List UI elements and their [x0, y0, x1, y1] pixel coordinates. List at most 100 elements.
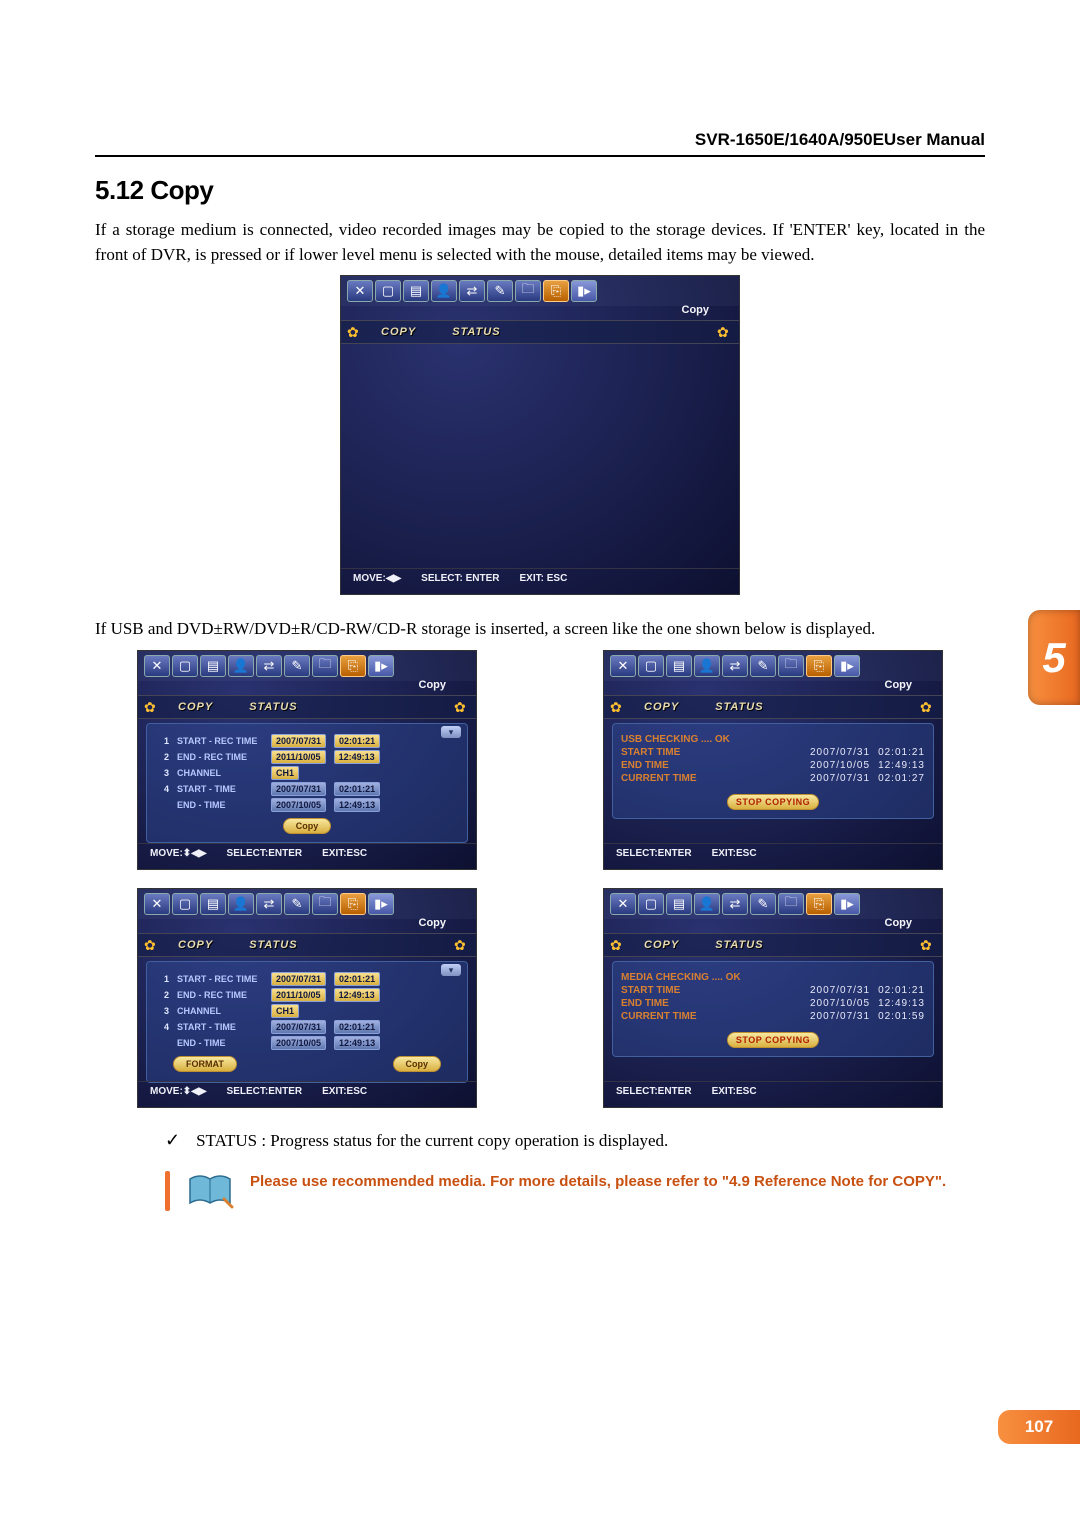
label: START TIME	[621, 747, 680, 758]
toolbar-label: Copy	[885, 917, 913, 929]
edit-icon: ✎	[750, 655, 776, 677]
hint-select: SELECT:ENTER	[227, 1086, 303, 1097]
stop-copying-button: STOP COPYING	[727, 1032, 819, 1048]
label: START - REC TIME	[177, 736, 263, 746]
tab-copy: COPY	[160, 701, 231, 713]
screenshot-copy-cdrw: ✕ ▢ ▤ 👤 ⇄ ✎ 🗀 ⎘ ▮▸ Copy ✿ COPY STATUS ✿ …	[137, 888, 477, 1108]
tab-copy: COPY	[626, 939, 697, 951]
hint-select: SELECT:ENTER	[616, 1086, 692, 1097]
tool-icon: ✕	[610, 655, 636, 677]
section-heading: 5.12 Copy	[95, 175, 985, 206]
value-channel: CH1	[271, 1004, 299, 1018]
value-time: 12:49:13	[334, 1036, 380, 1050]
copy-button: Copy	[393, 1056, 442, 1072]
value-date: 2007/07/31	[810, 747, 870, 758]
value-time: 02:01:21	[878, 747, 925, 758]
disk-icon: ▤	[666, 893, 692, 915]
row-num: 3	[155, 1006, 169, 1016]
person-icon: 👤	[228, 893, 254, 915]
tool-icon: ✕	[144, 893, 170, 915]
row-num: 1	[155, 736, 169, 746]
label: END - REC TIME	[177, 990, 263, 1000]
value-date: 2007/07/31	[271, 1020, 326, 1034]
hint-move: MOVE:◀▶	[353, 573, 401, 584]
dropdown-icon: ▾	[441, 726, 461, 738]
tool-icon: ✕	[144, 655, 170, 677]
status-note-text: STATUS : Progress status for the current…	[196, 1131, 668, 1150]
value-date: 2007/07/31	[810, 985, 870, 996]
screenshot-grid: ✕ ▢ ▤ 👤 ⇄ ✎ 🗀 ⎘ ▮▸ Copy ✿ COPY STATUS ✿ …	[95, 650, 985, 1108]
check-line: USB CHECKING .... OK	[621, 734, 730, 745]
disk-icon: ▤	[200, 655, 226, 677]
gear-icon: ✿	[454, 937, 470, 953]
value-time: 02:01:21	[334, 782, 380, 796]
value-date: 2007/07/31	[810, 1011, 870, 1022]
label: END TIME	[621, 760, 669, 771]
row-num: 2	[155, 752, 169, 762]
footer-hints: MOVE:◀▶ SELECT: ENTER EXIT: ESC	[341, 568, 739, 588]
label: START - TIME	[177, 784, 263, 794]
gear-icon: ✿	[347, 324, 363, 340]
chapter-number: 5	[1042, 634, 1065, 682]
check-icon: ✓	[165, 1130, 180, 1150]
network-icon: ⇄	[256, 893, 282, 915]
tab-copy: COPY	[626, 701, 697, 713]
stop-copying-button: STOP COPYING	[727, 794, 819, 810]
gear-icon: ✿	[144, 699, 160, 715]
tab-bar: ✿ COPY STATUS ✿	[138, 695, 476, 719]
value-time: 12:49:13	[878, 998, 925, 1009]
header-rule	[95, 155, 985, 157]
value-time: 12:49:13	[334, 798, 380, 812]
value-date: 2007/10/05	[271, 1036, 326, 1050]
tab-copy: COPY	[363, 326, 434, 338]
network-icon: ⇄	[459, 280, 485, 302]
status-panel: USB CHECKING .... OK START TIME 2007/07/3…	[612, 723, 934, 819]
tab-status: STATUS	[697, 701, 781, 713]
monitor-icon: ▢	[638, 655, 664, 677]
hint-exit: EXIT:ESC	[712, 1086, 757, 1097]
gear-icon: ✿	[610, 937, 626, 953]
label: CURRENT TIME	[621, 773, 697, 784]
exit-icon: ▮▸	[834, 893, 860, 915]
copy-form: ▾ 1START - REC TIME2007/07/3102:01:21 2E…	[146, 961, 468, 1083]
toolbar: ✕ ▢ ▤ 👤 ⇄ ✎ 🗀 ⎘ ▮▸	[138, 651, 476, 681]
paragraph-2: If USB and DVD±RW/DVD±R/CD-RW/CD-R stora…	[95, 617, 985, 642]
tab-status: STATUS	[231, 939, 315, 951]
disk-icon: ▤	[403, 280, 429, 302]
label: END - TIME	[177, 800, 263, 810]
monitor-icon: ▢	[638, 893, 664, 915]
exit-icon: ▮▸	[368, 655, 394, 677]
label: START TIME	[621, 985, 680, 996]
edit-icon: ✎	[284, 655, 310, 677]
monitor-icon: ▢	[375, 280, 401, 302]
value-time: 02:01:27	[878, 773, 925, 784]
toolbar-label: Copy	[682, 304, 710, 316]
gear-icon: ✿	[454, 699, 470, 715]
format-button: FORMAT	[173, 1056, 237, 1072]
value-date: 2007/10/05	[271, 798, 326, 812]
hint-move: MOVE:⬍◀▶	[150, 848, 207, 859]
value-time: 12:49:13	[334, 750, 380, 764]
note-callout: Please use recommended media. For more d…	[165, 1171, 965, 1211]
row-num: 4	[155, 1022, 169, 1032]
copy-icon: ⎘	[340, 655, 366, 677]
value-time: 02:01:21	[878, 985, 925, 996]
status-panel: MEDIA CHECKING .... OK START TIME 2007/07…	[612, 961, 934, 1057]
hint-select: SELECT: ENTER	[421, 573, 499, 584]
screenshot-status-media: ✕ ▢ ▤ 👤 ⇄ ✎ 🗀 ⎘ ▮▸ Copy ✿ COPY STATUS ✿ …	[603, 888, 943, 1108]
dropdown-icon: ▾	[441, 964, 461, 976]
check-line: MEDIA CHECKING .... OK	[621, 972, 741, 983]
value-date: 2011/10/05	[271, 750, 326, 764]
copy-button: Copy	[283, 818, 332, 834]
tab-bar: ✿ COPY STATUS ✿	[604, 695, 942, 719]
gear-icon: ✿	[610, 699, 626, 715]
hint-exit: EXIT:ESC	[322, 848, 367, 859]
row-num: 4	[155, 784, 169, 794]
value-date: 2007/07/31	[810, 773, 870, 784]
tab-bar: ✿ COPY STATUS ✿	[341, 320, 739, 344]
disk-icon: ▤	[666, 655, 692, 677]
exit-icon: ▮▸	[368, 893, 394, 915]
label: CHANNEL	[177, 768, 263, 778]
gear-icon: ✿	[920, 699, 936, 715]
value-date: 2007/07/31	[271, 782, 326, 796]
